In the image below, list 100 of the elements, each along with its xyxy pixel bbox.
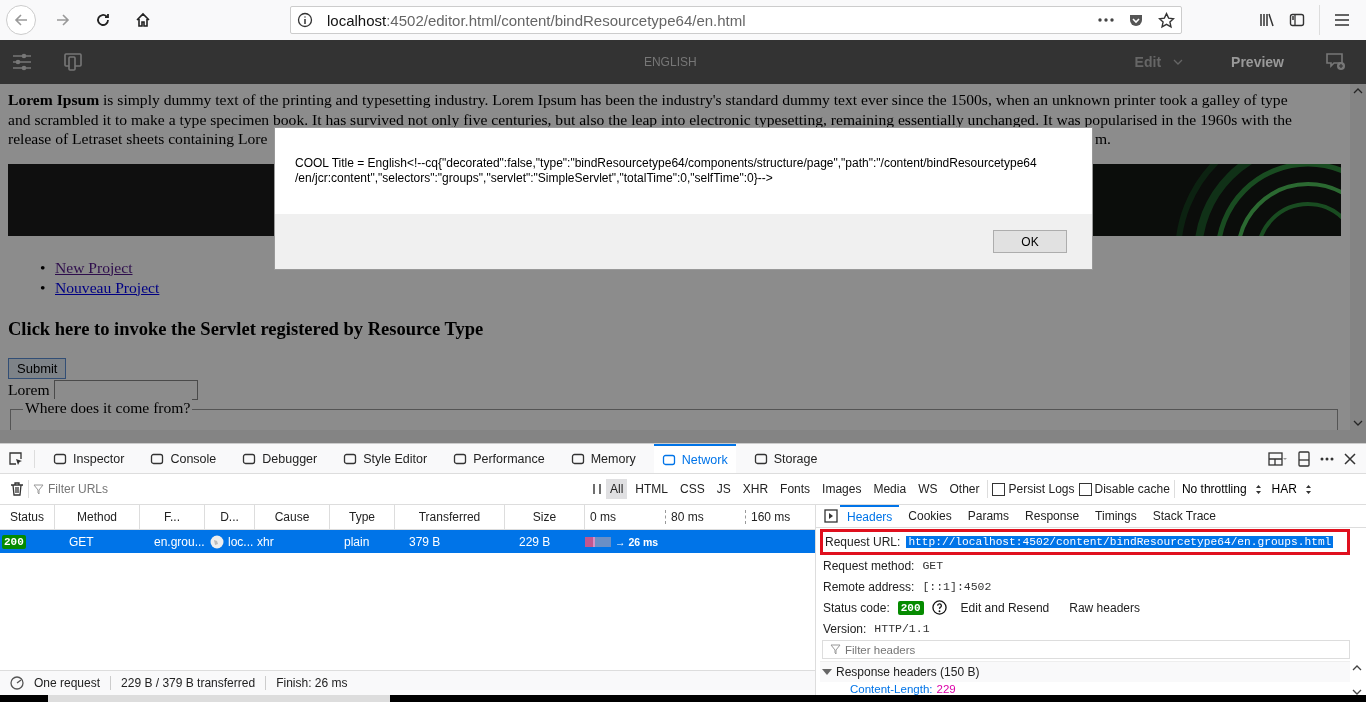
detail-tab[interactable]: Cookies — [901, 505, 959, 527]
layout-icon[interactable] — [1268, 451, 1288, 466]
request-row[interactable]: 200 GET en.grou... loc... xhr plain 379 B 229 B → 26 ms — [0, 530, 815, 553]
info-icon — [297, 12, 313, 28]
scroll-down-icon[interactable] — [1353, 420, 1363, 426]
page-title: ENGLISH — [642, 55, 698, 69]
type-filter[interactable]: Fonts — [776, 479, 815, 499]
detail-label: Version: — [823, 621, 867, 636]
column-header[interactable]: Method — [55, 505, 140, 529]
home-icon — [135, 12, 151, 28]
paragraph-line: and scrambled it to make a type specimen book. It has survived not only five centuries, but also the leap into electronic typesetting, remaining essentially unchanged. It was popularised in the 1960s with the — [8, 109, 1293, 129]
status-badge: 200 — [2, 534, 26, 549]
devtools-tab[interactable]: Performance — [445, 444, 553, 473]
devtools-tab[interactable]: Style Editor — [335, 444, 436, 473]
toggle-panel-icon[interactable] — [824, 509, 838, 523]
devtools-tab[interactable]: Console — [142, 444, 225, 473]
type-filter[interactable]: Media — [869, 479, 911, 499]
type-filter[interactable]: WS — [914, 479, 942, 499]
type-filter[interactable]: CSS — [676, 479, 709, 499]
type-filter[interactable]: XHR — [738, 479, 773, 499]
request-url[interactable]: http://localhost:4502/content/bindResourcetype64/en.groups.html — [906, 536, 1334, 548]
detail-value: HTTP/1.1 — [874, 622, 930, 635]
table-cell-text: en.grou... — [153, 533, 205, 551]
library-icon[interactable] — [1259, 12, 1275, 28]
detail-tab[interactable]: Stack Trace — [1145, 505, 1224, 527]
checkbox[interactable] — [992, 482, 1006, 496]
pocket-icon[interactable] — [1128, 12, 1144, 28]
performance-icon[interactable] — [10, 676, 24, 690]
paragraph-line: m. — [1094, 129, 1111, 149]
devtools-tab[interactable]: Memory — [562, 444, 644, 473]
link[interactable]: Nouveau Project — [55, 278, 160, 296]
action-button[interactable]: Raw headers — [1063, 600, 1146, 615]
scrollbar[interactable] — [0, 430, 1366, 443]
scroll-up-icon[interactable] — [1353, 88, 1363, 94]
column-header[interactable]: D... — [205, 505, 255, 529]
devtools-tab[interactable]: Debugger — [234, 444, 326, 473]
har-dropdown[interactable]: HAR — [1268, 482, 1315, 496]
heading: Click here to invoke the Servlet registered by Resource Type — [8, 318, 485, 340]
type-filter[interactable]: Other — [945, 479, 984, 499]
section-header[interactable]: Response headers (150 B) — [820, 661, 1350, 682]
device-icon[interactable] — [64, 53, 82, 71]
column-header[interactable]: Transferred — [395, 505, 505, 529]
dock-icon[interactable] — [1298, 450, 1310, 467]
devtools-tab[interactable]: Storage — [745, 444, 826, 473]
field-label: Lorem — [8, 380, 50, 399]
input-field[interactable] — [53, 379, 198, 400]
more-icon[interactable] — [1098, 18, 1114, 22]
paragraph-line: release of Letraset sheets containing Lore — [8, 129, 268, 149]
type-filter[interactable]: JS — [712, 479, 735, 499]
detail-tab[interactable]: Params — [960, 505, 1017, 527]
type-filter[interactable]: Images — [818, 479, 866, 499]
type-filter[interactable]: All — [606, 479, 628, 499]
detail-tab[interactable]: Timings — [1088, 505, 1144, 527]
column-header[interactable]: Cause — [255, 505, 330, 529]
throttling-dropdown[interactable]: No throttling — [1178, 482, 1265, 496]
reload-icon — [95, 12, 111, 28]
annotate-icon[interactable] — [1326, 53, 1346, 71]
filter-field[interactable]: Filter URLs — [48, 482, 248, 496]
checkbox[interactable] — [1078, 482, 1092, 496]
pick-element-icon[interactable] — [8, 450, 24, 467]
address-bar[interactable]: localhost:4502/editor.html/content/bindResourcetype64/en.html — [290, 6, 1182, 34]
more-icon[interactable] — [1320, 456, 1334, 461]
scroll-up-icon[interactable] — [1352, 665, 1362, 671]
detail-tab[interactable]: Headers — [840, 505, 900, 527]
star-icon[interactable] — [1158, 11, 1175, 29]
timing-label: → 26 ms — [615, 535, 659, 548]
table-cell-text: GET — [68, 533, 95, 551]
column-header[interactable]: F... — [140, 505, 205, 529]
column-header[interactable]: Size — [505, 505, 585, 529]
dialog-message: COOL Title = English<!--cq{"decorated":false,"type":"bindResourcetype64/components/structure/page","path":"/content/bindResourcetype64 /en/jcr:content","selectors":"groups","servlet":"SimpleServlet","totalTime":0,"selfTime":0}--> — [294, 155, 1038, 187]
close-icon[interactable] — [1344, 452, 1356, 465]
menu-icon[interactable] — [1334, 13, 1350, 27]
header-name: Content-Length: — [850, 683, 933, 695]
detail-label: Request URL: — [825, 535, 901, 549]
column-header[interactable]: Type — [330, 505, 395, 529]
detail-value: GET — [922, 559, 944, 572]
timeline-tick: 80 ms — [665, 510, 745, 524]
detail-tab[interactable]: Response — [1018, 505, 1087, 527]
fieldset-legend: Where does it come from? — [23, 398, 193, 416]
submit-button[interactable]: Submit — [8, 357, 67, 379]
pause-icon[interactable] — [592, 483, 602, 495]
filter-field[interactable]: Filter headers — [822, 640, 1350, 659]
action-button[interactable]: Edit and Resend — [954, 600, 1056, 615]
help-icon[interactable] — [931, 600, 947, 615]
preview-button[interactable]: Preview — [1225, 53, 1290, 71]
trash-icon[interactable] — [10, 482, 24, 496]
tool-icon — [343, 451, 358, 466]
ok-button[interactable]: OK — [993, 230, 1067, 253]
devtools-tab[interactable]: Inspector — [45, 444, 133, 473]
scrollbar[interactable] — [1352, 665, 1364, 695]
caret-icon — [822, 668, 832, 676]
bullet: • — [40, 257, 47, 278]
scrollbar[interactable] — [1350, 84, 1366, 430]
scroll-down-icon[interactable] — [1352, 689, 1362, 695]
type-filter[interactable]: HTML — [631, 479, 672, 499]
sliders-icon[interactable] — [12, 53, 32, 71]
sidebar-icon[interactable] — [1289, 12, 1305, 28]
link[interactable]: New Project — [55, 258, 133, 276]
devtools-tab[interactable]: Network — [653, 444, 736, 473]
column-header[interactable]: Status — [0, 505, 55, 529]
